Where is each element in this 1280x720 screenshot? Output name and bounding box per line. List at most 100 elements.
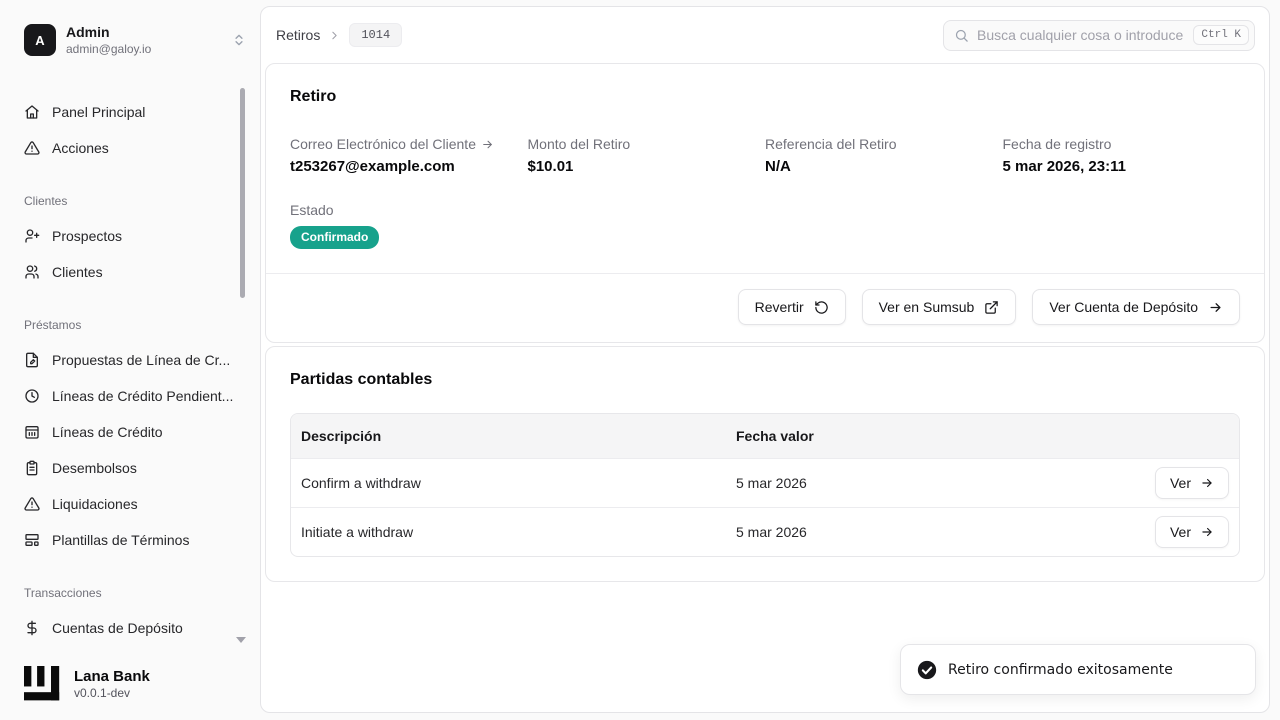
ledger-entries-card: Partidas contables Descripción Fecha val… [265, 346, 1265, 582]
withdrawal-card: Retiro Correo Electrónico del Cliente t2… [265, 63, 1265, 343]
withdrawal-actions: Revertir Ver en Sumsub Ver Cuenta de Dep… [266, 273, 1264, 342]
sidebar-item-label: Plantillas de Términos [52, 532, 189, 548]
sidebar: A Admin admin@galoy.io Panel Principal A… [0, 0, 260, 720]
view-entry-button[interactable]: Ver [1155, 467, 1229, 499]
field-customer-email: Correo Electrónico del Cliente t253267@e… [290, 136, 528, 175]
user-menu[interactable]: A Admin admin@galoy.io [24, 24, 246, 56]
scroll-more-caret-icon [236, 637, 246, 643]
user-plus-icon [24, 228, 40, 244]
sidebar-item-label: Cuentas de Depósito [52, 620, 183, 636]
view-deposit-account-button[interactable]: Ver Cuenta de Depósito [1032, 289, 1240, 325]
view-entry-button[interactable]: Ver [1155, 516, 1229, 548]
alert-triangle-icon [24, 496, 40, 512]
ledger-entries-title: Partidas contables [290, 371, 1240, 389]
column-header-description: Descripción [291, 428, 726, 444]
cell-description: Confirm a withdraw [291, 475, 726, 491]
field-label: Fecha de registro [1003, 136, 1241, 152]
sidebar-item-label: Acciones [52, 140, 109, 156]
chevrons-up-down-icon[interactable] [232, 33, 246, 47]
table-header-row: Descripción Fecha valor [291, 414, 1239, 458]
users-icon [24, 264, 40, 280]
section-heading-transacciones: Transacciones [24, 584, 236, 602]
bank-icon [24, 424, 40, 440]
field-label: Monto del Retiro [528, 136, 766, 152]
table-row: Confirm a withdraw 5 mar 2026 Ver [291, 458, 1239, 507]
sidebar-item-plantillas-terminos[interactable]: Plantillas de Términos [24, 522, 236, 558]
brand-name: Lana Bank [74, 668, 150, 685]
breadcrumb-id-badge: 1014 [349, 23, 402, 47]
alert-triangle-icon [24, 140, 40, 156]
clipboard-icon [24, 460, 40, 476]
button-label: Ver [1170, 524, 1191, 540]
cell-description: Initiate a withdraw [291, 524, 726, 540]
field-reference: Referencia del Retiro N/A [765, 136, 1003, 175]
field-amount: Monto del Retiro $10.01 [528, 136, 766, 175]
sidebar-item-label: Desembolsos [52, 460, 137, 476]
rotate-ccw-icon [814, 300, 829, 315]
sidebar-item-label: Propuestas de Línea de Cr... [52, 352, 230, 368]
field-value-amount: $10.01 [528, 158, 766, 175]
sidebar-item-cuentas-deposito[interactable]: Cuentas de Depósito [24, 610, 236, 646]
column-header-value-date: Fecha valor [726, 428, 1119, 444]
cell-value-date: 5 mar 2026 [726, 475, 1119, 491]
sidebar-item-prospectos[interactable]: Prospectos [24, 218, 236, 254]
field-label: Estado [290, 202, 528, 218]
avatar: A [24, 24, 56, 56]
sidebar-nav: Panel Principal Acciones Clientes Prospe… [0, 94, 260, 646]
search-input[interactable] [977, 27, 1185, 43]
topbar: Retiros 1014 Ctrl K [261, 7, 1269, 63]
status-badge: Confirmado [290, 226, 379, 249]
link-arrow-icon[interactable] [481, 138, 494, 151]
field-label: Correo Electrónico del Cliente [290, 136, 476, 152]
toast-message: Retiro confirmado exitosamente [948, 662, 1173, 678]
sidebar-item-desembolsos[interactable]: Desembolsos [24, 450, 236, 486]
layout-template-icon [24, 532, 40, 548]
home-icon [24, 104, 40, 120]
main-panel: Retiros 1014 Ctrl K Retiro Correo Electr… [260, 6, 1270, 713]
lana-bank-logo-icon [24, 666, 60, 702]
brand-footer: Lana Bank v0.0.1-dev [24, 666, 150, 702]
breadcrumb-link-retiros[interactable]: Retiros [276, 27, 320, 43]
view-in-sumsub-button[interactable]: Ver en Sumsub [862, 289, 1017, 325]
sidebar-item-label: Liquidaciones [52, 496, 138, 512]
section-heading-clientes: Clientes [24, 192, 236, 210]
arrow-right-icon [1208, 300, 1223, 315]
field-status: Estado Confirmado [290, 202, 528, 249]
field-label: Referencia del Retiro [765, 136, 1003, 152]
toast-notification[interactable]: Retiro confirmado exitosamente [900, 644, 1256, 695]
breadcrumb: Retiros 1014 [276, 23, 402, 47]
sidebar-item-acciones[interactable]: Acciones [24, 130, 236, 166]
arrow-right-icon [1200, 525, 1214, 539]
field-value-date: 5 mar 2026, 23:11 [1003, 158, 1241, 175]
sidebar-item-lineas-credito-pendientes[interactable]: Líneas de Crédito Pendient... [24, 378, 236, 414]
chevron-right-icon [328, 29, 341, 42]
external-link-icon [984, 300, 999, 315]
button-label: Revertir [755, 299, 804, 315]
sidebar-item-label: Prospectos [52, 228, 122, 244]
ledger-entries-table: Descripción Fecha valor Confirm a withdr… [290, 413, 1240, 557]
section-heading-prestamos: Préstamos [24, 316, 236, 334]
cell-value-date: 5 mar 2026 [726, 524, 1119, 540]
brand-version: v0.0.1-dev [74, 686, 150, 700]
sidebar-item-panel-principal[interactable]: Panel Principal [24, 94, 236, 130]
sidebar-item-liquidaciones[interactable]: Liquidaciones [24, 486, 236, 522]
sidebar-item-label: Panel Principal [52, 104, 145, 120]
search-shortcut-kbd: Ctrl K [1193, 25, 1249, 45]
sidebar-item-lineas-credito[interactable]: Líneas de Crédito [24, 414, 236, 450]
file-pen-icon [24, 352, 40, 368]
clock-icon [24, 388, 40, 404]
button-label: Ver en Sumsub [879, 299, 975, 315]
revert-button[interactable]: Revertir [738, 289, 846, 325]
field-value-email[interactable]: t253267@example.com [290, 158, 528, 175]
field-registered-date: Fecha de registro 5 mar 2026, 23:11 [1003, 136, 1241, 175]
withdrawal-card-title: Retiro [290, 88, 1240, 106]
field-value-reference: N/A [765, 158, 1003, 175]
sidebar-item-label: Líneas de Crédito [52, 424, 163, 440]
user-email: admin@galoy.io [66, 42, 151, 56]
sidebar-scrollbar[interactable] [240, 88, 245, 298]
sidebar-item-clientes[interactable]: Clientes [24, 254, 236, 290]
search-icon [954, 28, 969, 43]
global-search[interactable]: Ctrl K [943, 20, 1255, 51]
user-name: Admin [66, 24, 151, 41]
sidebar-item-propuestas-linea-credito[interactable]: Propuestas de Línea de Cr... [24, 342, 236, 378]
